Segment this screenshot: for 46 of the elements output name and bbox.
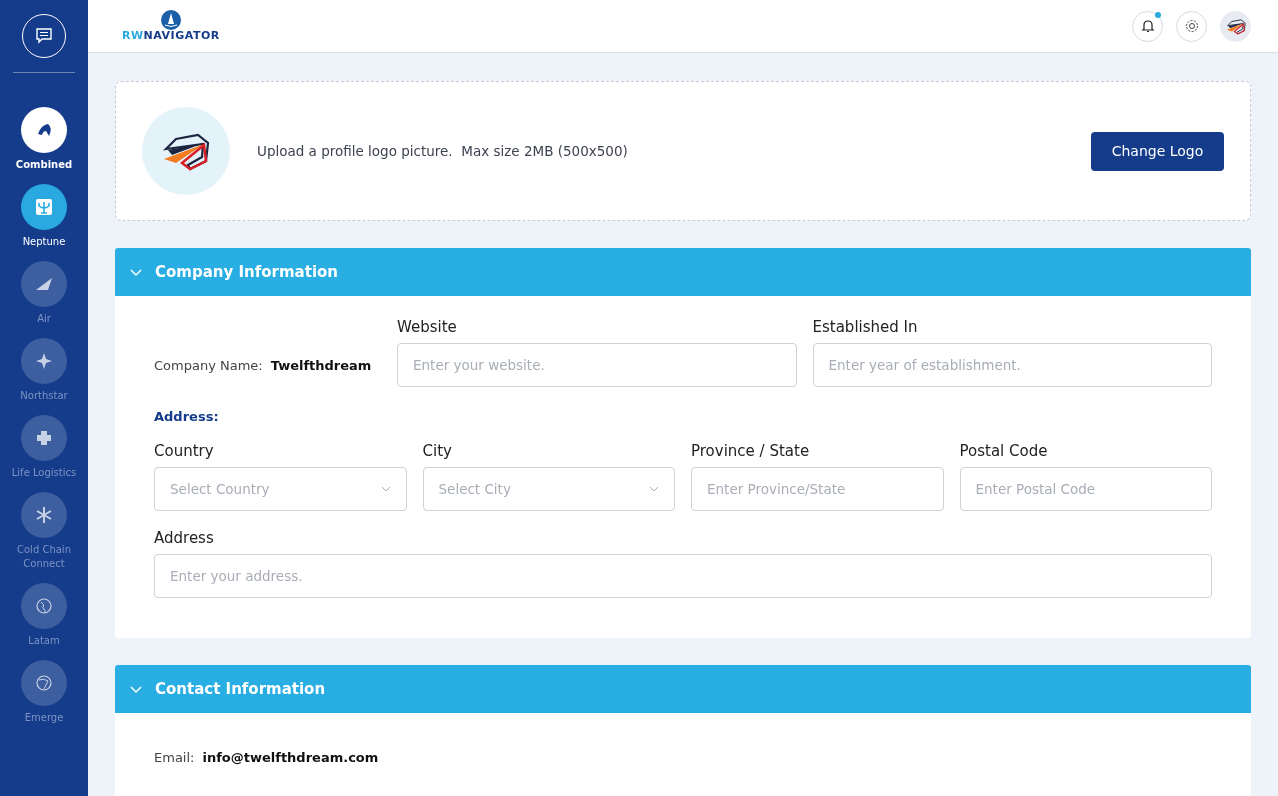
chevron-down-icon [380,486,391,492]
notifications-button[interactable] [1132,10,1163,42]
sidebar-item[interactable]: Cold Chain Connect [4,492,84,571]
field-label: Established In [812,318,919,336]
change-logo-button[interactable]: Change Logo [1091,131,1224,171]
select-field[interactable]: Select Country [154,467,407,511]
sidebar-item[interactable]: Combined [4,107,84,172]
sidebar-item[interactable]: Latam [4,583,84,648]
avatar-logo-icon [1225,17,1246,35]
section-header[interactable]: Company Information [115,248,1251,296]
field-label: Province / State [691,442,811,460]
input-field[interactable]: Enter Province/State [691,467,944,511]
field-label: City [422,442,453,460]
avatar-button[interactable] [1220,10,1251,42]
bell-icon [1140,19,1155,33]
sidebar-item[interactable]: Life Logistics [4,415,84,480]
input-field[interactable]: Enter your address. [154,554,1212,598]
address-heading: Address: [154,408,220,424]
company-logo-icon [162,131,210,171]
field-label: Postal Code [959,442,1049,460]
sidebar-item[interactable]: Air [4,261,84,326]
info-label: Company Name: [154,357,263,373]
sailboat-logo-icon [160,10,181,30]
field-label: Website [397,318,458,336]
globe-icon [33,672,55,694]
section-header[interactable]: Contact Information [115,665,1251,713]
info-label: Email: [154,749,195,765]
input-field[interactable]: Enter your website. [397,343,797,387]
info-value: info@twelfthdream.com [202,749,379,765]
info-value: Twelfthdream [270,357,372,373]
select-field[interactable]: Select City [422,467,675,511]
sidebar-item[interactable]: Emerge [4,660,84,725]
settings-icon [1183,18,1200,34]
upload-hint: Upload a profile logo picture. Max size 2MB (500x500) [257,143,629,159]
input-field[interactable]: Enter Postal Code [959,467,1212,511]
trident-icon [33,196,55,218]
sidebar-item[interactable]: Northstar [4,338,84,403]
sidebar-item[interactable]: Neptune [4,184,84,249]
field-label: Address [154,529,215,547]
chevron-down-icon [649,486,659,492]
settings-button[interactable] [1176,10,1207,42]
globe-icon [33,595,55,617]
input-field[interactable]: Enter year of establishment. [812,343,1212,387]
chat-icon [35,27,53,45]
field-label: Country [154,442,215,460]
brand-name: RWNAVIGATOR [122,30,220,42]
